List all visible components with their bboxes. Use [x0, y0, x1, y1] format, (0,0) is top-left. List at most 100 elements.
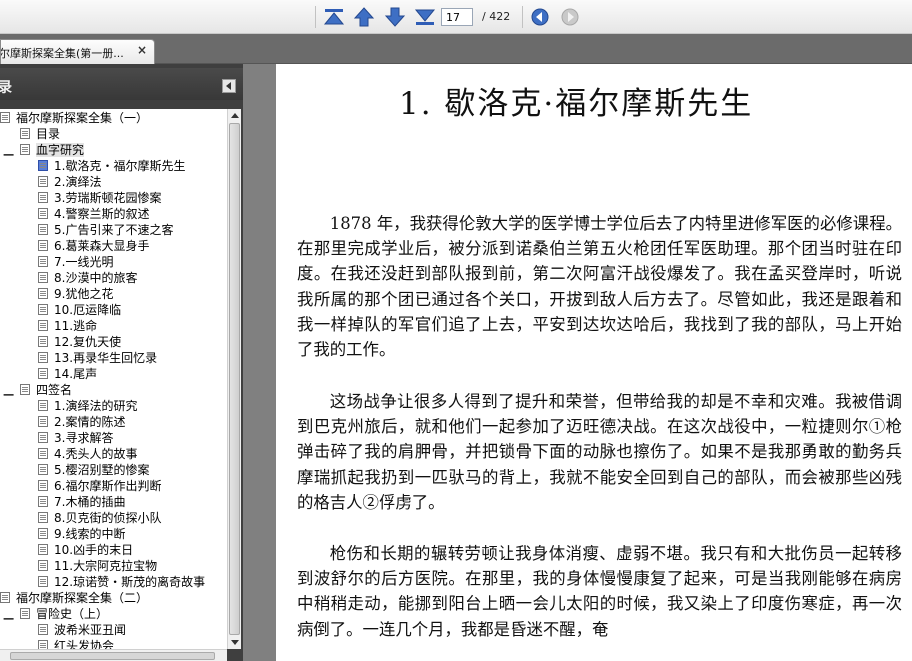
- bookmark-tree: 福尔摩斯探案全集（一） 目录 血字研究 1.歇洛克・福尔摩斯先生 2.演绎法 3…: [0, 109, 227, 649]
- tree-item[interactable]: 福尔摩斯探案全集（一）: [0, 110, 148, 126]
- tree-item[interactable]: 5.樱沼别墅的惨案: [38, 462, 149, 478]
- sidebar-horizontal-scrollbar[interactable]: [0, 649, 227, 661]
- collapse-toggle-icon[interactable]: −: [2, 385, 15, 404]
- page-icon: [20, 144, 30, 155]
- go-forward-button[interactable]: [557, 5, 583, 29]
- tab-strip: 尔摩斯探案全集(第一册... ×: [0, 34, 912, 64]
- page-icon: [38, 464, 48, 475]
- sidebar-title: 录: [0, 80, 12, 96]
- first-page-icon: [323, 9, 345, 25]
- tree-item[interactable]: 10.凶手的末日: [38, 542, 133, 558]
- tree-item[interactable]: 4.秃头人的故事: [38, 446, 137, 462]
- tree-item[interactable]: 8.沙漠中的旅客: [38, 270, 137, 286]
- page-icon: [38, 576, 48, 587]
- tree-item[interactable]: 9.线索的中断: [38, 526, 125, 542]
- tree-item[interactable]: 血字研究: [20, 142, 85, 158]
- tree-item[interactable]: 6.葛莱森大显身手: [38, 238, 149, 254]
- go-back-button[interactable]: [527, 5, 553, 29]
- toolbar-separator: [315, 6, 316, 28]
- sidebar-header: 录: [0, 68, 243, 100]
- page-icon: [38, 400, 48, 411]
- page-icon: [38, 208, 48, 219]
- document-tab-label: 尔摩斯探案全集(第一册...: [0, 47, 124, 60]
- page-icon: [38, 192, 48, 203]
- page-icon: [20, 128, 30, 139]
- page-icon: [38, 560, 48, 571]
- triangle-left-icon: [226, 82, 231, 90]
- collapse-toggle-icon[interactable]: −: [2, 145, 15, 164]
- tree-item[interactable]: 5.广告引来了不速之客: [38, 222, 173, 238]
- document-page: 1. 歇洛克·福尔摩斯先生 1878 年，我获得伦敦大学的医学博士学位后去了内特…: [276, 64, 912, 661]
- page-icon: [38, 512, 48, 523]
- tree-item[interactable]: 10.厄运降临: [38, 302, 121, 318]
- page-icon: [38, 368, 48, 379]
- arrow-down-icon: [384, 7, 406, 27]
- page-icon: [38, 640, 48, 649]
- chapter-title: 1. 歇洛克·福尔摩斯先生: [399, 86, 754, 122]
- prev-page-button[interactable]: [351, 5, 377, 29]
- document-tab[interactable]: 尔摩斯探案全集(第一册... ×: [0, 39, 155, 64]
- tree-item[interactable]: 8.贝克街的侦探小队: [38, 510, 161, 526]
- tree-item[interactable]: 9.犹他之花: [38, 286, 113, 302]
- tree-item[interactable]: 6.福尔摩斯作出判断: [38, 478, 161, 494]
- page-icon: [38, 352, 48, 363]
- tree-item[interactable]: 12.复仇天使: [38, 334, 121, 350]
- tree-item[interactable]: 2.演绎法: [38, 174, 101, 190]
- back-circle-icon: [531, 8, 549, 26]
- tree-item[interactable]: 波希米亚丑闻: [38, 622, 126, 638]
- tree-item[interactable]: 7.一线光明: [38, 254, 113, 270]
- page-icon: [38, 272, 48, 283]
- next-page-button[interactable]: [382, 5, 408, 29]
- page-icon: [38, 320, 48, 331]
- page-icon: [38, 288, 48, 299]
- scroll-down-icon: [231, 640, 239, 645]
- tree-item[interactable]: 4.警察兰斯的叙述: [38, 206, 149, 222]
- tree-item[interactable]: 14.尾声: [38, 366, 97, 382]
- tree-item[interactable]: 13.再录华生回忆录: [38, 350, 157, 366]
- scrollbar-thumb[interactable]: [10, 652, 215, 660]
- collapse-toggle-icon[interactable]: −: [2, 609, 15, 628]
- page-icon: [38, 336, 48, 347]
- last-page-icon: [414, 9, 436, 25]
- collapse-sidebar-button[interactable]: [222, 79, 236, 93]
- sidebar-vertical-scrollbar[interactable]: [227, 109, 241, 649]
- page-number-input[interactable]: [441, 8, 473, 26]
- close-icon[interactable]: ×: [137, 43, 147, 57]
- tree-item[interactable]: 2.案情的陈述: [38, 414, 125, 430]
- tree-item[interactable]: 3.劳瑞斯顿花园惨案: [38, 190, 161, 206]
- forward-circle-icon: [561, 8, 579, 26]
- tree-item[interactable]: 11.大宗阿克拉宝物: [38, 558, 157, 574]
- toolbar: / 422: [0, 0, 912, 34]
- last-page-button[interactable]: [412, 5, 438, 29]
- scroll-up-icon: [231, 113, 239, 118]
- bookmark-sidebar: 录 福尔摩斯探案全集（一） 目录 血字研究 1.歇洛克・福尔摩斯先生 2.演绎法…: [0, 64, 243, 661]
- tree-item[interactable]: 红头发协会: [38, 638, 114, 649]
- page-icon: [0, 112, 10, 123]
- tree-item[interactable]: 1.演绎法的研究: [38, 398, 137, 414]
- tree-item[interactable]: 冒险史（上）: [20, 606, 108, 622]
- page-icon: [38, 448, 48, 459]
- page-icon: [38, 304, 48, 315]
- tree-item[interactable]: 11.逃命: [38, 318, 97, 334]
- scrollbar-thumb[interactable]: [229, 123, 240, 635]
- first-page-button[interactable]: [321, 5, 347, 29]
- paragraph: 这场战争让很多人得到了提升和荣誉，但带给我的却是不幸和灾难。我被借调到巴克州旅后…: [297, 392, 902, 512]
- page-icon: [38, 224, 48, 235]
- page-icon: [20, 608, 30, 619]
- page-icon: [38, 256, 48, 267]
- tree-item[interactable]: 目录: [20, 126, 60, 142]
- tree-item-current[interactable]: 1.歇洛克・福尔摩斯先生: [38, 158, 185, 174]
- page-total-label: / 422: [482, 10, 511, 23]
- page-icon: [38, 528, 48, 539]
- tree-item[interactable]: 福尔摩斯探案全集（二）: [0, 590, 148, 606]
- page-icon: [38, 480, 48, 491]
- page-icon: [38, 176, 48, 187]
- page-icon: [38, 416, 48, 427]
- tree-item[interactable]: 7.木桶的插曲: [38, 494, 125, 510]
- tree-item[interactable]: 12.琼诺赞・斯茂的离奇故事: [38, 574, 205, 590]
- toolbar-separator: [522, 6, 523, 28]
- tree-item[interactable]: 四签名: [20, 382, 72, 398]
- tree-item[interactable]: 3.寻求解答: [38, 430, 113, 446]
- page-icon: [38, 624, 48, 635]
- page-icon: [38, 544, 48, 555]
